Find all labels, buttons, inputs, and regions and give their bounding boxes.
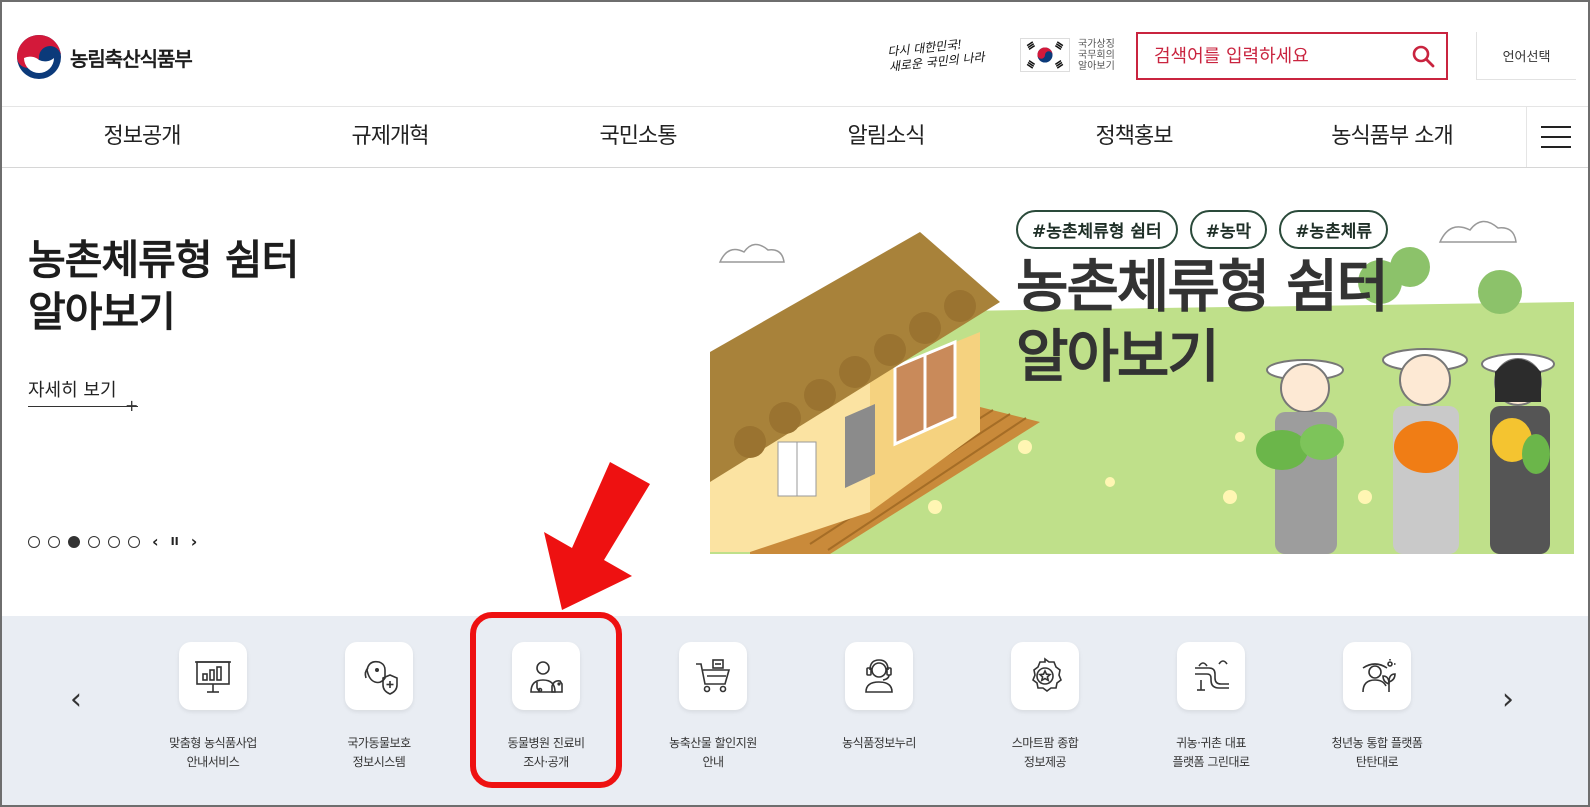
- quick-link-agri-info-nuri[interactable]: 농식품정보누리: [794, 642, 964, 753]
- national-symbol-link[interactable]: 국가상징 국무회의 알아보기: [1020, 38, 1115, 72]
- banner-tag: #농촌체류형 쉼터: [1016, 210, 1178, 249]
- hero-title-line-2: 알아보기: [28, 288, 176, 336]
- banner-title-line-2: 알아보기: [1016, 324, 1220, 390]
- quick-link-label-line: 귀농·귀촌 대표: [1176, 736, 1246, 750]
- view-details-underline: [28, 406, 138, 407]
- view-details-label: 자세히 보기: [28, 380, 117, 401]
- nav-item-public-communication[interactable]: 국민소통: [538, 107, 738, 167]
- quick-link-label-line: 청년농 통합 플랫폼: [1331, 736, 1423, 750]
- young-farmer-icon: [1362, 659, 1396, 693]
- hamburger-menu-button[interactable]: [1526, 107, 1584, 167]
- slide-dot-4[interactable]: [88, 535, 100, 548]
- quick-link-label-line: 플랫폼 그린대로: [1172, 755, 1250, 769]
- quick-link-label: 스마트팜 종합 정보제공: [960, 734, 1130, 772]
- quick-link-icon-box: [845, 642, 913, 710]
- language-select-button[interactable]: 언어선택: [1476, 32, 1576, 80]
- quick-link-young-farmer-platform[interactable]: 청년농 통합 플랫폼 탄탄대로: [1292, 642, 1462, 772]
- nav-item-regulation-reform[interactable]: 규제개혁: [290, 107, 490, 167]
- quick-link-label-line: 스마트팜 종합: [1011, 736, 1079, 750]
- dog-shield-icon: [364, 660, 398, 695]
- quick-link-label-line: 안내: [702, 755, 724, 769]
- quick-link-label-line: 농식품정보누리: [842, 736, 916, 750]
- slide-dot-3[interactable]: [68, 535, 80, 548]
- slide-pause-button[interactable]: II: [171, 535, 179, 548]
- gov-link-line-3: 알아보기: [1078, 60, 1115, 72]
- quick-link-label-line: 정보제공: [1023, 755, 1067, 769]
- quick-link-label-line: 안내서비스: [186, 755, 240, 769]
- slogan-text: 다시 대한민국! 새로운 국민의 나라: [887, 35, 986, 75]
- quick-link-label: 맞춤형 농식품사업 안내서비스: [128, 734, 298, 772]
- banner-title-line-1: 농촌체류형 쉼터: [1016, 254, 1389, 320]
- hero-banner-image[interactable]: #농촌체류형 쉼터 #농막 #농촌체류 농촌체류형 쉼터 알아보기: [710, 192, 1574, 554]
- search-icon: [1412, 45, 1435, 68]
- quick-link-label-line: 농축산물 할인지원: [669, 736, 757, 750]
- hero-title: 농촌체류형 쉼터 알아보기: [28, 234, 299, 338]
- page-frame: 농림축산식품부 다시 대한민국! 새로운 국민의 나라 국가상징 국무회의 알아…: [0, 0, 1590, 807]
- quick-link-agri-discount[interactable]: 농축산물 할인지원 안내: [628, 642, 798, 772]
- nav-item-about-ministry[interactable]: 농식품부 소개: [1282, 107, 1502, 167]
- site-header: 농림축산식품부 다시 대한민국! 새로운 국민의 나라 국가상징 국무회의 알아…: [2, 2, 1588, 106]
- shopping-cart-icon: [696, 659, 731, 693]
- banner-tag: #농촌체류: [1279, 210, 1388, 249]
- search-button[interactable]: [1400, 34, 1446, 78]
- quick-link-icon-box: [1343, 642, 1411, 710]
- search-box: [1136, 32, 1448, 80]
- quick-link-label: 귀농·귀촌 대표 플랫폼 그린대로: [1126, 734, 1296, 772]
- quick-link-label-line: 탄탄대로: [1355, 755, 1399, 769]
- ministry-name: 농림축산식품부: [70, 46, 193, 71]
- quick-link-icon-box: [1177, 642, 1245, 710]
- quick-link-icon-box: [1011, 642, 1079, 710]
- quick-links-bar: ‹ › 맞춤형 농식품사업 안내서비스 국가동물보호 정보시스템 동물병원 진료…: [2, 616, 1588, 805]
- quick-link-icon-box: [179, 642, 247, 710]
- banner-tags: #농촌체류형 쉼터 #농막 #농촌체류: [1016, 210, 1388, 249]
- hamburger-line: [1540, 146, 1571, 148]
- quick-link-icon-box: [679, 642, 747, 710]
- slide-prev-button[interactable]: ‹: [152, 532, 159, 551]
- slide-dot-6[interactable]: [128, 535, 140, 548]
- hamburger-line: [1540, 126, 1571, 128]
- slide-dot-2[interactable]: [48, 535, 60, 548]
- hero-title-line-1: 농촌체류형 쉼터: [28, 236, 299, 284]
- slide-next-button[interactable]: ›: [191, 532, 198, 551]
- nav-item-policy-pr[interactable]: 정책홍보: [1034, 107, 1234, 167]
- quick-links-next-button[interactable]: ›: [1502, 682, 1514, 717]
- search-input[interactable]: [1138, 34, 1400, 78]
- red-pointer-arrow-icon: [544, 462, 650, 610]
- banner-title: 농촌체류형 쉼터 알아보기: [1016, 252, 1389, 392]
- nav-item-news[interactable]: 알림소식: [786, 107, 986, 167]
- hamburger-line: [1540, 136, 1571, 138]
- nav-item-info-disclosure[interactable]: 정보공개: [42, 107, 242, 167]
- quick-link-label: 농축산물 할인지원 안내: [628, 734, 798, 772]
- quick-link-animal-protection[interactable]: 국가동물보호 정보시스템: [294, 642, 464, 772]
- quick-link-green-road[interactable]: 귀농·귀촌 대표 플랫폼 그린대로: [1126, 642, 1296, 772]
- banner-tag: #농막: [1189, 210, 1268, 249]
- presentation-chart-icon: [195, 661, 231, 693]
- quick-links-prev-button[interactable]: ‹: [70, 682, 82, 717]
- highlight-box: [470, 612, 622, 788]
- slide-dot-1[interactable]: [28, 535, 40, 548]
- quick-link-icon-box: [345, 642, 413, 710]
- quick-link-smartfarm-info[interactable]: 스마트팜 종합 정보제공: [960, 642, 1130, 772]
- green-road-icon: [1195, 660, 1229, 691]
- view-details-link[interactable]: 자세히 보기 +: [28, 376, 140, 415]
- slide-pager: ‹ II ›: [28, 532, 197, 551]
- korean-flag-icon: [1020, 38, 1070, 72]
- national-symbol-text: 국가상징 국무회의 알아보기: [1078, 39, 1115, 72]
- quick-link-label: 농식품정보누리: [794, 734, 964, 753]
- headset-agent-icon: [865, 659, 893, 693]
- quick-link-label-line: 국가동물보호: [347, 736, 411, 750]
- quick-link-label-line: 맞춤형 농식품사업: [169, 736, 257, 750]
- main-nav: 정보공개 규제개혁 국민소통 알림소식 정책홍보 농식품부 소개: [2, 106, 1588, 168]
- quick-link-label-line: 정보시스템: [352, 755, 406, 769]
- taegeuk-logo-icon: [17, 35, 61, 79]
- quick-link-custom-agri-service[interactable]: 맞춤형 농식품사업 안내서비스: [128, 642, 298, 772]
- quick-link-label: 청년농 통합 플랫폼 탄탄대로: [1292, 734, 1462, 772]
- award-badge-icon: [1032, 657, 1062, 692]
- quick-link-label: 국가동물보호 정보시스템: [294, 734, 464, 772]
- slide-dot-5[interactable]: [108, 535, 120, 548]
- gov-link-line-2: 국무회의: [1078, 49, 1115, 61]
- ministry-logo[interactable]: 농림축산식품부: [16, 34, 193, 80]
- gov-link-line-1: 국가상징: [1078, 38, 1115, 50]
- plus-icon: +: [125, 396, 139, 415]
